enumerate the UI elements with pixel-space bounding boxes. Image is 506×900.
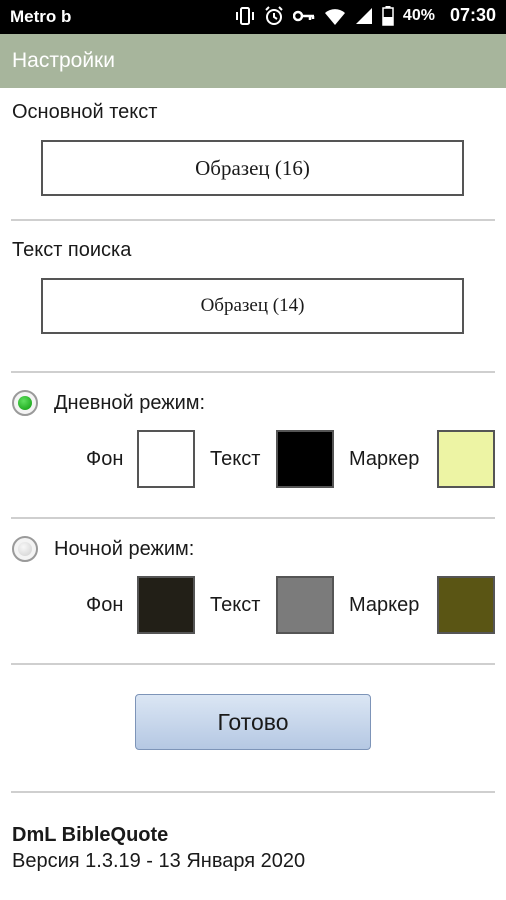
day-mode-label[interactable]: Дневной режим: bbox=[54, 392, 205, 415]
done-button[interactable]: Готово bbox=[135, 694, 371, 750]
wifi-icon bbox=[324, 7, 346, 25]
divider bbox=[11, 219, 495, 221]
divider bbox=[11, 663, 495, 665]
radio-unchecked-dot bbox=[18, 542, 32, 556]
day-text-swatch[interactable] bbox=[276, 430, 334, 488]
search-text-label: Текст поиска bbox=[12, 239, 132, 261]
night-background-label: Фон bbox=[86, 594, 124, 616]
night-background-swatch[interactable] bbox=[137, 576, 195, 634]
divider bbox=[11, 517, 495, 519]
vibrate-icon bbox=[235, 6, 255, 25]
day-text-label: Текст bbox=[210, 448, 261, 470]
day-marker-swatch[interactable] bbox=[437, 430, 495, 488]
search-text-sample: Образец (14) bbox=[200, 295, 305, 316]
search-text-sample-button[interactable]: Образец (14) bbox=[41, 278, 464, 334]
main-text-sample: Образец (16) bbox=[195, 155, 310, 180]
key-icon bbox=[292, 9, 315, 23]
day-background-label: Фон bbox=[86, 448, 124, 470]
app-name: DmL BibleQuote bbox=[12, 824, 169, 846]
status-icons: 40% 07:30 bbox=[235, 5, 496, 26]
alarm-icon bbox=[264, 5, 284, 26]
radio-checked-dot bbox=[18, 396, 32, 410]
clock: 07:30 bbox=[449, 5, 496, 25]
main-text-label: Основной текст bbox=[12, 101, 158, 123]
main-text-sample-button[interactable]: Образец (16) bbox=[41, 140, 464, 196]
day-marker-label: Маркер bbox=[349, 448, 420, 470]
night-text-swatch[interactable] bbox=[276, 576, 334, 634]
divider bbox=[11, 371, 495, 373]
battery-icon bbox=[382, 5, 394, 26]
status-bar: Metro b 40% 07:30 bbox=[0, 0, 506, 34]
app-bar: Настройки bbox=[0, 34, 506, 88]
night-mode-label[interactable]: Ночной режим: bbox=[54, 538, 194, 561]
night-marker-swatch[interactable] bbox=[437, 576, 495, 634]
night-text-label: Текст bbox=[210, 594, 261, 616]
battery-percent: 40% bbox=[402, 6, 435, 24]
done-button-label: Готово bbox=[217, 708, 289, 735]
night-mode-radio[interactable] bbox=[12, 536, 38, 562]
page-title: Настройки bbox=[12, 49, 115, 72]
carrier-name: Metro b bbox=[10, 7, 72, 26]
divider bbox=[11, 791, 495, 793]
signal-icon bbox=[355, 7, 373, 25]
night-marker-label: Маркер bbox=[349, 594, 420, 616]
day-background-swatch[interactable] bbox=[137, 430, 195, 488]
app-version: Версия 1.3.19 - 13 Января 2020 bbox=[12, 850, 306, 872]
day-mode-radio[interactable] bbox=[12, 390, 38, 416]
